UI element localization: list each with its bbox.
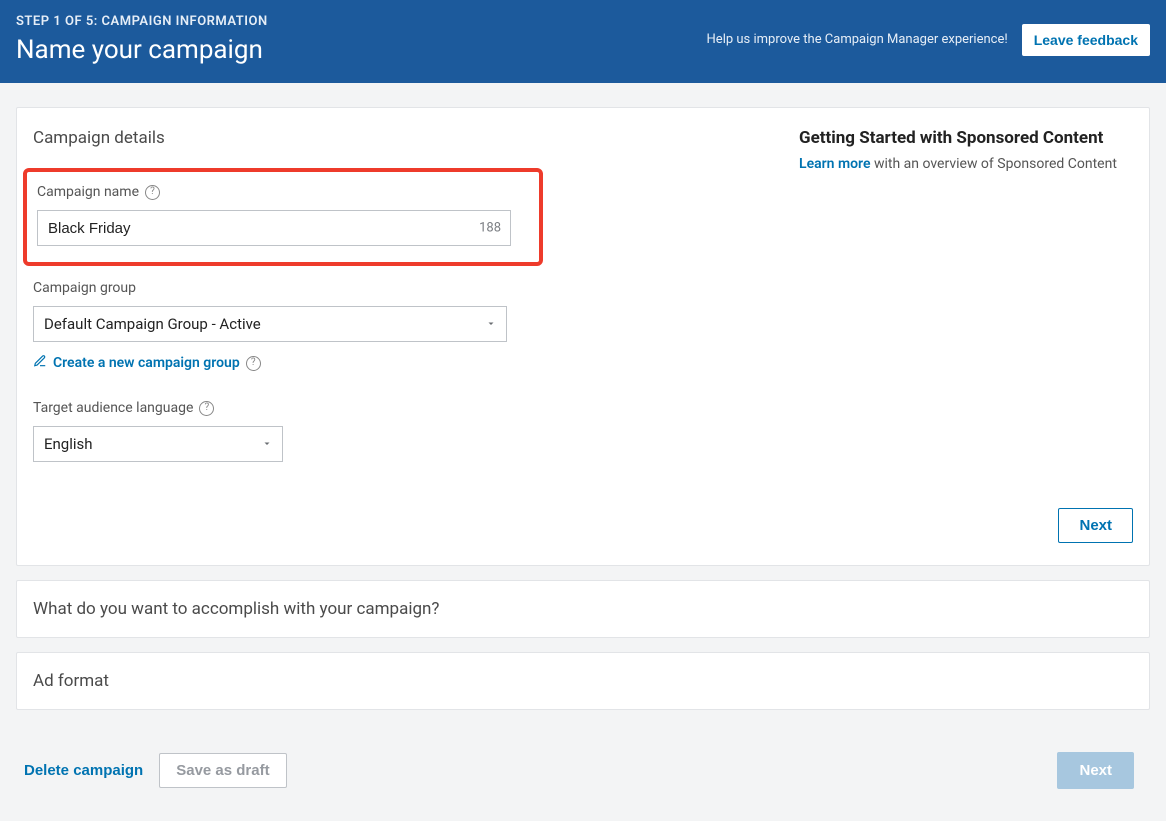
header-right: Help us improve the Campaign Manager exp… <box>707 24 1150 56</box>
campaign-group-label: Campaign group <box>33 280 759 296</box>
campaign-details-panel: Campaign details Campaign name ? 188 Cam… <box>16 107 1150 566</box>
campaign-name-highlight: Campaign name ? 188 <box>23 168 543 266</box>
page-title: Name your campaign <box>16 35 268 65</box>
campaign-name-input[interactable] <box>37 210 511 246</box>
accomplish-title: What do you want to accomplish with your… <box>33 599 439 619</box>
next-button[interactable]: Next <box>1058 508 1133 543</box>
help-icon[interactable]: ? <box>199 401 214 416</box>
campaign-name-label-text: Campaign name <box>37 184 139 200</box>
campaign-group-select[interactable]: Default Campaign Group - Active <box>33 306 507 342</box>
getting-started-text: Learn more with an overview of Sponsored… <box>799 156 1133 172</box>
help-icon[interactable]: ? <box>246 356 261 371</box>
ad-format-title: Ad format <box>33 671 109 691</box>
save-draft-button[interactable]: Save as draft <box>159 753 286 788</box>
language-select[interactable]: English <box>33 426 283 462</box>
next-button-disabled[interactable]: Next <box>1057 752 1134 789</box>
leave-feedback-button[interactable]: Leave feedback <box>1022 24 1150 56</box>
bottom-left-actions: Delete campaign Save as draft <box>24 753 287 788</box>
create-campaign-group-link[interactable]: Create a new campaign group <box>53 355 240 371</box>
campaign-details-title: Campaign details <box>33 128 759 148</box>
learn-more-suffix: with an overview of Sponsored Content <box>870 156 1116 172</box>
help-icon[interactable]: ? <box>145 185 160 200</box>
accomplish-panel[interactable]: What do you want to accomplish with your… <box>16 580 1150 638</box>
language-field: Target audience language ? English <box>33 400 759 462</box>
delete-campaign-button[interactable]: Delete campaign <box>24 754 143 787</box>
create-group-row: Create a new campaign group ? <box>33 354 759 372</box>
header-left: STEP 1 OF 5: CAMPAIGN INFORMATION Name y… <box>16 14 268 65</box>
getting-started-sidebar: Getting Started with Sponsored Content L… <box>759 128 1133 480</box>
campaign-name-label: Campaign name ? <box>37 184 529 200</box>
getting-started-heading: Getting Started with Sponsored Content <box>799 128 1133 148</box>
edit-icon <box>33 354 47 372</box>
language-label-text: Target audience language <box>33 400 193 416</box>
campaign-group-field: Campaign group Default Campaign Group - … <box>33 280 759 372</box>
language-label: Target audience language ? <box>33 400 759 416</box>
language-value: English <box>44 435 93 453</box>
page-header: STEP 1 OF 5: CAMPAIGN INFORMATION Name y… <box>0 0 1166 83</box>
content-area: Campaign details Campaign name ? 188 Cam… <box>0 83 1166 821</box>
campaign-group-value: Default Campaign Group - Active <box>44 315 261 333</box>
panel-footer: Next <box>33 508 1133 543</box>
campaign-group-label-text: Campaign group <box>33 280 136 296</box>
step-indicator: STEP 1 OF 5: CAMPAIGN INFORMATION <box>16 14 268 29</box>
campaign-form: Campaign details Campaign name ? 188 Cam… <box>33 128 759 480</box>
improve-text: Help us improve the Campaign Manager exp… <box>707 32 1008 47</box>
bottom-action-bar: Delete campaign Save as draft Next <box>16 724 1150 809</box>
ad-format-panel[interactable]: Ad format <box>16 652 1150 710</box>
learn-more-link[interactable]: Learn more <box>799 156 870 172</box>
